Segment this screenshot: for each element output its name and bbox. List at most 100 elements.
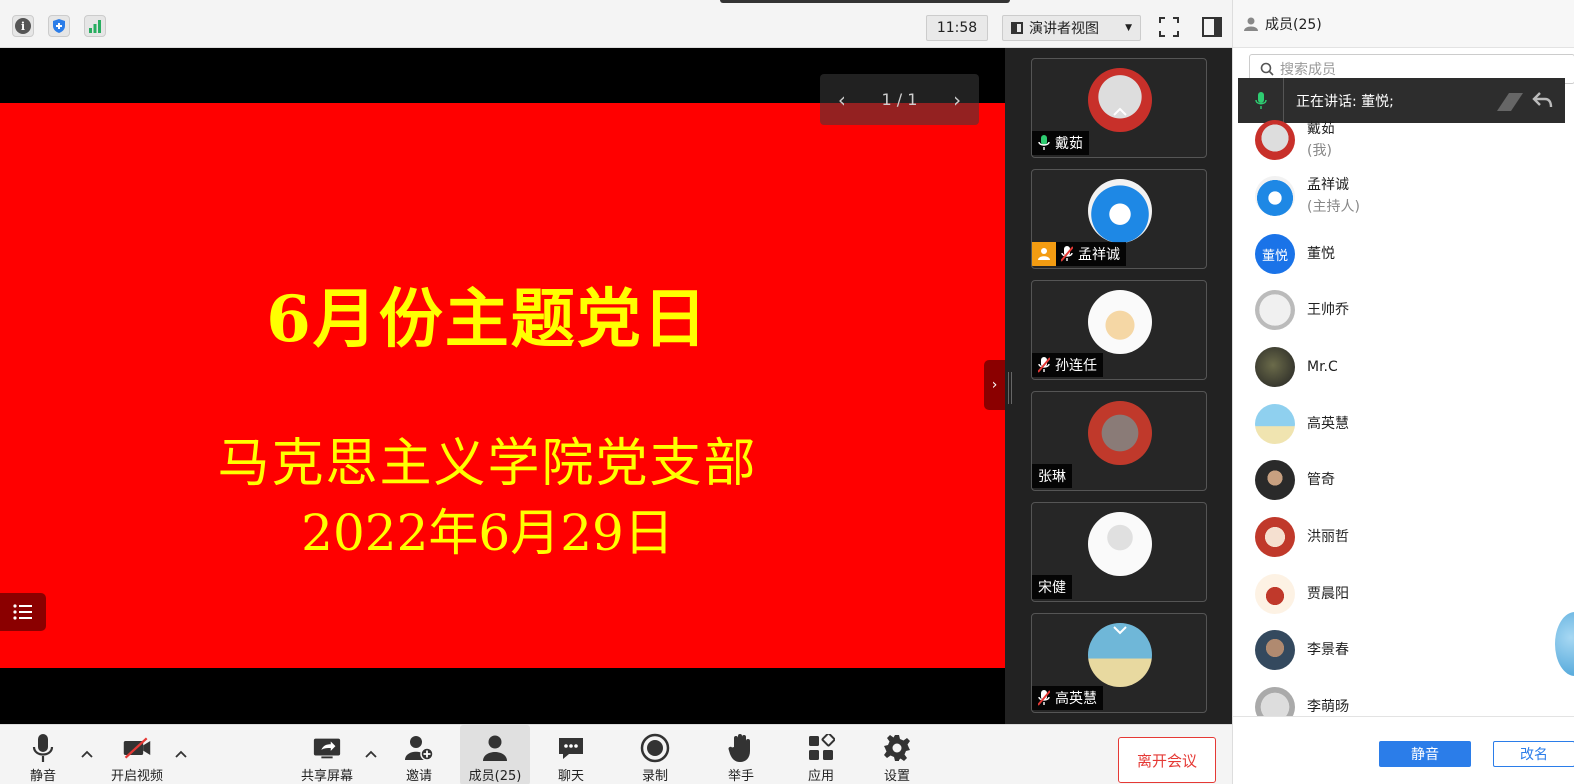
participant-name: 孙连任 [1055,358,1097,374]
rename-button[interactable]: 改名 [1493,741,1574,767]
chevron-right-icon: › [991,377,998,393]
mic-active-icon [1254,91,1267,109]
mute-label: 静音 [29,769,56,784]
mute-all-button[interactable]: 静音 [1379,741,1471,767]
leave-meeting-button[interactable]: 离开会议 [1118,737,1216,783]
settings-button[interactable]: 设置 [872,725,922,784]
info-icon[interactable]: i [12,15,34,37]
video-tile[interactable]: 张琳 [1031,391,1207,491]
prev-page-icon[interactable]: ‹ [838,88,846,112]
list-menu-button[interactable] [0,593,46,631]
members-panel-title: 成员(25) [1265,16,1322,33]
record-button[interactable]: 录制 [630,725,680,784]
list-icon [13,604,32,620]
scroll-down-icon[interactable] [1112,624,1128,636]
members-panel-footer: 静音 改名 [1233,716,1574,784]
chat-button[interactable]: 聊天 [546,725,596,784]
raise-hand-label: 举手 [727,769,754,784]
pin-icon[interactable] [1495,89,1525,113]
raise-hand-button[interactable]: 举手 [716,725,766,784]
video-name-bar: 戴茹 [1032,131,1089,155]
member-item[interactable]: 王帅乔 [1255,290,1349,330]
members-button[interactable]: 成员(25) [460,725,530,784]
members-label: 成员(25) [468,769,522,784]
video-button[interactable]: 开启视频 [102,725,172,784]
participant-name: 高英慧 [1055,691,1097,707]
active-speaker-bar: 正在讲话: 董悦; [1238,78,1565,123]
share-screen-button[interactable]: 共享屏幕 [292,725,362,784]
chat-icon [559,738,583,759]
resize-handle[interactable] [1008,372,1012,404]
members-icon [483,735,507,761]
video-tile[interactable]: 高英慧 [1031,613,1207,713]
search-placeholder: 搜索成员 [1280,62,1336,78]
member-item[interactable]: 戴茹 (我) [1255,120,1335,160]
members-panel-header: 成员(25) [1233,0,1574,48]
avatar [1255,574,1295,614]
member-name: 李萌旸 [1307,699,1349,715]
member-name: 高英慧 [1307,416,1349,432]
member-role: (主持人) [1307,199,1360,215]
scroll-up-icon[interactable] [1112,105,1128,117]
mic-active-icon [1038,135,1050,150]
next-page-icon[interactable]: › [953,88,961,112]
member-name: 李景春 [1307,642,1349,658]
record-label: 录制 [641,769,668,784]
video-tile[interactable]: 孙连任 [1031,280,1207,380]
video-off-icon [123,737,151,759]
meeting-clock: 11:58 [926,15,988,41]
video-tile[interactable]: 孟祥诚 [1031,169,1207,269]
video-label: 开启视频 [110,769,163,784]
avatar [1255,120,1295,160]
person-icon [1244,17,1258,31]
video-name-bar: 宋健 [1032,575,1072,599]
fullscreen-icon[interactable] [1158,16,1180,38]
share-options-caret-icon[interactable] [364,749,378,759]
signal-icon[interactable] [84,15,106,37]
member-item[interactable]: 高英慧 [1255,404,1349,444]
shield-icon[interactable] [48,15,70,37]
apps-icon [809,734,835,760]
member-item[interactable]: 孟祥诚 (主持人) [1255,176,1360,216]
mic-muted-icon [1038,690,1050,706]
member-item[interactable]: 贾晨阳 [1255,574,1349,614]
video-options-caret-icon[interactable] [174,749,188,759]
speaking-text: 正在讲话: 董悦; [1296,93,1394,110]
view-mode-label: 演讲者视图 [1029,21,1099,37]
member-item[interactable]: 洪丽哲 [1255,517,1349,557]
slide-title: 6月份主题党日 [266,282,709,357]
avatar [1255,404,1295,444]
member-item[interactable]: 董悦 董悦 [1255,234,1335,274]
member-name: Mr.C [1307,359,1338,375]
share-screen-label: 共享屏幕 [300,769,353,784]
member-name: 王帅乔 [1307,302,1349,318]
apps-button[interactable]: 应用 [796,725,846,784]
video-name-bar: 张琳 [1032,464,1072,488]
members-panel: 成员(25) 搜索成员 正在讲话: 董悦; 戴茹 (我) 孟祥诚 (主持人) 董悦 [1232,0,1574,784]
back-arrow-icon[interactable] [1531,89,1553,111]
participant-name: 孟祥诚 [1078,247,1120,263]
video-tile[interactable]: 戴茹 [1031,58,1207,158]
panel-toggle-icon[interactable] [1200,15,1224,39]
mic-muted-icon [1038,357,1050,373]
member-name: 贾晨阳 [1307,586,1349,602]
caret-down-icon: ▼ [1125,23,1132,33]
collapse-video-button[interactable]: › [984,360,1005,410]
gear-icon [884,735,910,761]
chat-label: 聊天 [557,769,584,784]
video-name-bar: 孟祥诚 [1032,242,1126,266]
video-tile[interactable]: 宋健 [1031,502,1207,602]
invite-label: 邀请 [405,769,432,784]
member-name: 孟祥诚 [1307,177,1349,193]
speaker-mic [1238,78,1284,123]
search-icon [1260,62,1274,76]
member-name: 管奇 [1307,472,1335,488]
member-name: 戴茹 [1307,121,1335,137]
audio-options-caret-icon[interactable] [80,749,94,759]
member-item[interactable]: 管奇 [1255,460,1335,500]
invite-button[interactable]: 邀请 [394,725,444,784]
view-mode-dropdown[interactable]: 演讲者视图 ▼ [1002,15,1141,41]
member-item[interactable]: 李景春 [1255,630,1349,670]
mute-button[interactable]: 静音 [18,725,68,784]
member-item[interactable]: Mr.C [1255,347,1338,387]
